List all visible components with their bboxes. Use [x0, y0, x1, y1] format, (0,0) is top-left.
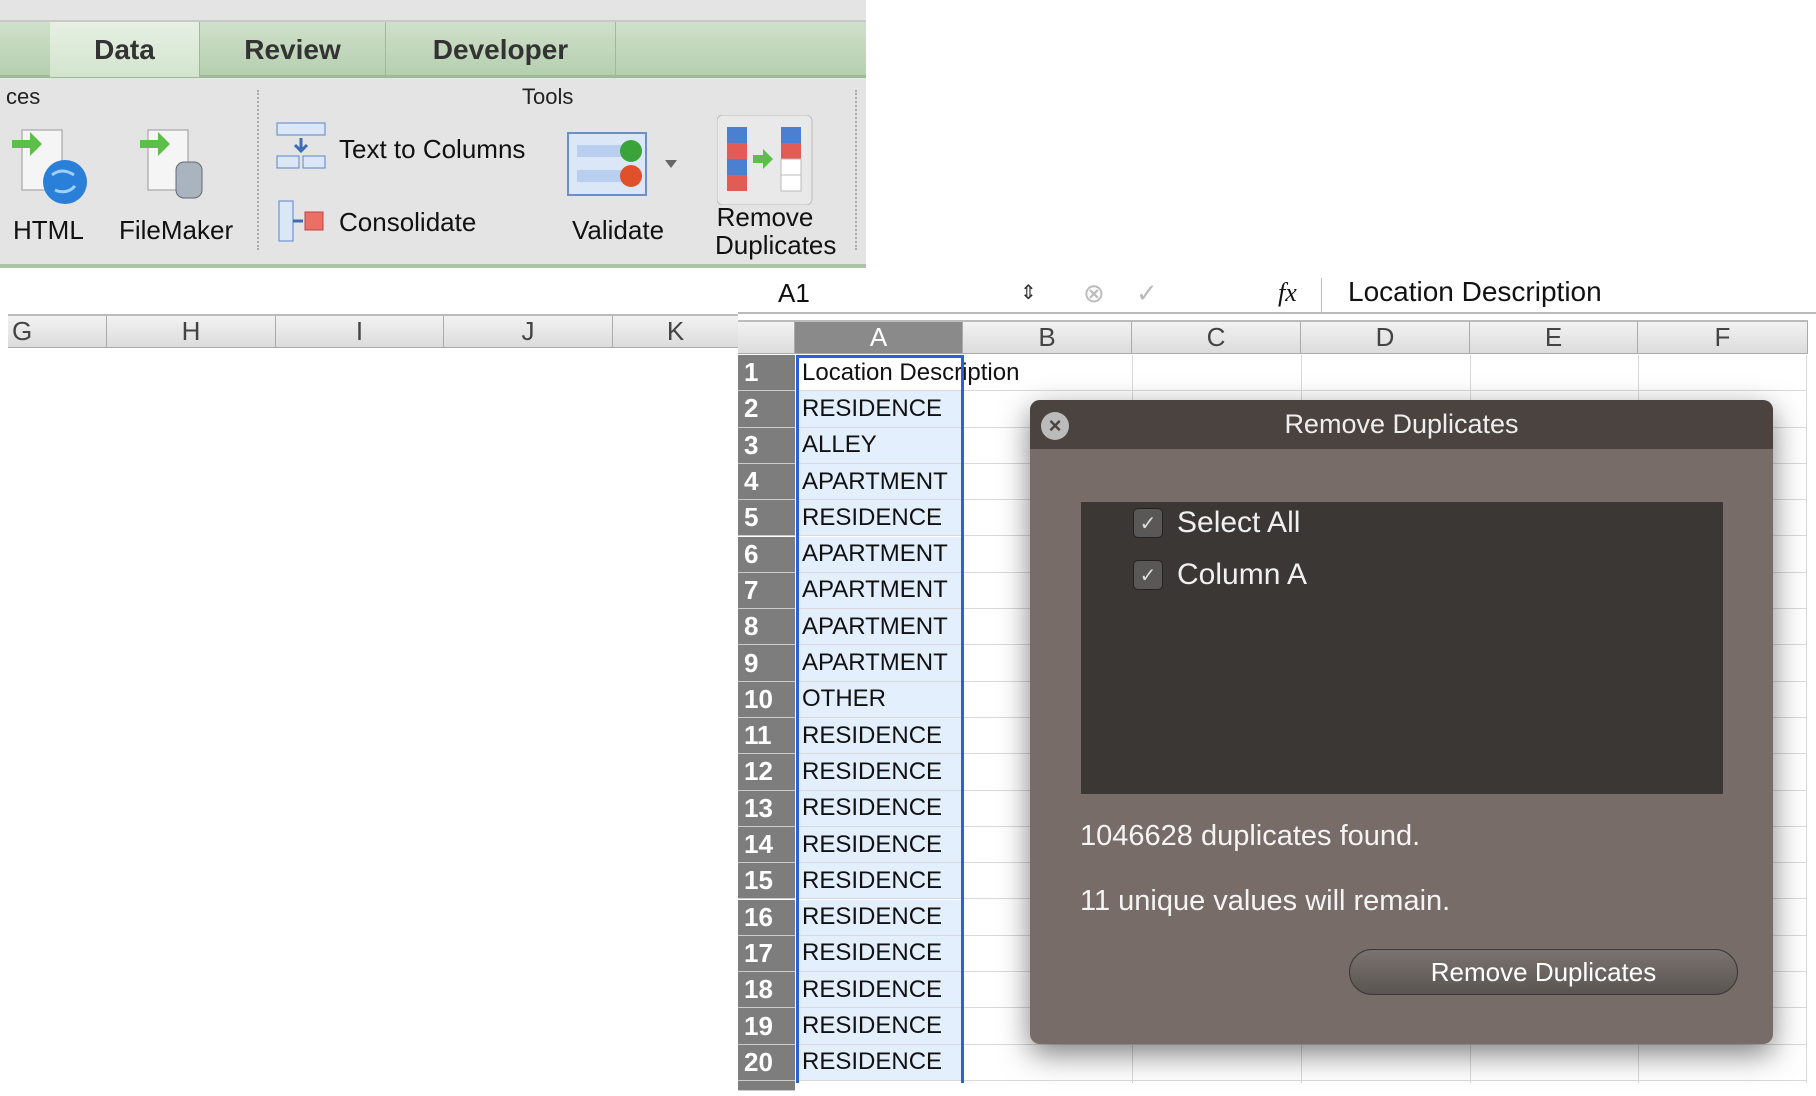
row-header[interactable]: 4 [738, 463, 795, 501]
filemaker-import-button[interactable]: FileMaker [118, 120, 248, 250]
tab-data[interactable]: Data [50, 22, 200, 77]
row-header[interactable]: 18 [738, 972, 795, 1009]
cancel-icon[interactable]: ⊗ [1083, 278, 1105, 309]
formula-bar: A1 ⇕ ⊗ ✓ fx Location Description [738, 276, 1816, 314]
row-header[interactable]: 17 [738, 935, 795, 973]
remove-duplicates-dialog: Remove Duplicates × ✓ Select All ✓ Column … [1030, 400, 1773, 1044]
text-to-columns-icon [276, 122, 326, 169]
column-header-g[interactable]: G [8, 316, 107, 347]
columns-list: ✓ Select All ✓ Column A [1081, 502, 1723, 794]
row-header[interactable]: 2 [738, 391, 795, 428]
text-to-columns-label: Text to Columns [339, 134, 526, 164]
select-all-label: Select All [1177, 506, 1301, 539]
column-a-checkbox[interactable]: ✓ Column A [1133, 558, 1307, 592]
name-box[interactable]: A1 [778, 278, 810, 309]
cell-a[interactable]: Location Description [796, 355, 1806, 392]
row-header[interactable]: 14 [738, 826, 795, 864]
column-header-i[interactable]: I [276, 316, 444, 347]
remove-duplicates-label-line2: Duplicates [715, 230, 837, 260]
row-header[interactable]: 9 [738, 645, 795, 682]
row-header[interactable]: 1 [738, 355, 795, 392]
html-label: HTML [13, 215, 84, 245]
remove-duplicates-button[interactable]: Remove Duplicates [1349, 949, 1738, 995]
tab-review[interactable]: Review [200, 22, 386, 77]
remove-duplicates-label-line1: Remove [716, 202, 814, 232]
unique-values-text: 11 unique values will remain. [1080, 885, 1451, 917]
duplicates-found-text: 1046628 duplicates found. [1080, 820, 1421, 852]
row-header[interactable]: 20 [738, 1044, 795, 1081]
column-header-j[interactable]: J [444, 316, 613, 347]
column-header-h[interactable]: H [107, 316, 276, 347]
row-header[interactable]: 19 [738, 1008, 795, 1045]
remove-duplicates-label: Remove Duplicates [715, 202, 836, 259]
row-header[interactable]: 10 [738, 681, 795, 718]
cell-a[interactable]: RESIDENCE [796, 1044, 1806, 1081]
select-all-checkbox[interactable]: ✓ Select All [1133, 506, 1300, 540]
column-header-f[interactable]: F [1638, 322, 1808, 353]
column-header-row: A B C D E F [738, 320, 1808, 354]
html-import-button[interactable]: HTML [10, 120, 90, 250]
consolidate-label: Consolidate [339, 207, 477, 237]
validate-button[interactable]: Validate [565, 130, 685, 250]
filemaker-label: FileMaker [119, 215, 234, 245]
row-header[interactable]: 3 [738, 427, 795, 464]
group-label-tools: Tools [522, 84, 574, 109]
name-box-stepper-icon[interactable]: ⇕ [1020, 280, 1037, 305]
gridline [1806, 355, 1807, 1083]
row-header[interactable]: 11 [738, 718, 795, 755]
formula-divider [1321, 278, 1322, 312]
remove-duplicates-ribbon-button[interactable]: Remove Duplicates [695, 114, 836, 260]
column-header-e[interactable]: E [1470, 322, 1638, 353]
column-header-d[interactable]: D [1301, 322, 1470, 353]
consolidate-icon [278, 200, 324, 242]
validate-label: Validate [572, 215, 665, 245]
consolidate-button[interactable]: Consolidate [275, 195, 515, 250]
row-header[interactable]: 7 [738, 572, 795, 610]
fx-insert-function-button[interactable]: fx [1278, 278, 1297, 308]
column-a-label: Column A [1177, 558, 1308, 591]
validate-icon [567, 132, 677, 196]
column-header-k[interactable]: K [613, 316, 738, 347]
group-separator [257, 90, 259, 250]
row-header[interactable]: 12 [738, 754, 795, 791]
checkbox-checked-icon[interactable]: ✓ [1133, 560, 1163, 590]
text-to-columns-button[interactable]: Text to Columns [275, 120, 550, 175]
column-header-b[interactable]: B [963, 322, 1132, 353]
row-header-partial[interactable] [738, 1081, 795, 1091]
ribbon-tab-bar: Data Review Developer [0, 20, 866, 78]
filemaker-database-icon [140, 129, 203, 199]
checkbox-checked-icon[interactable]: ✓ [1133, 508, 1163, 538]
left-column-header-row: G H I J K [8, 314, 738, 348]
dialog-title: Remove Duplicates [1030, 400, 1773, 449]
row-header[interactable]: 5 [738, 500, 795, 537]
html-globe-icon [12, 129, 87, 204]
formula-input[interactable]: Location Description [1348, 276, 1602, 308]
enter-check-icon[interactable]: ✓ [1136, 278, 1158, 309]
select-all-corner[interactable] [738, 322, 795, 353]
remove-duplicates-icon [716, 114, 813, 206]
column-header-c[interactable]: C [1132, 322, 1301, 353]
row-header[interactable]: 16 [738, 899, 795, 936]
close-icon[interactable]: × [1041, 412, 1069, 440]
row-header[interactable]: 15 [738, 863, 795, 900]
tab-developer[interactable]: Developer [386, 22, 616, 77]
row-header[interactable]: 8 [738, 609, 795, 646]
column-header-a[interactable]: A [795, 322, 963, 353]
group-label-sources: ces [6, 84, 41, 109]
row-header[interactable]: 6 [738, 536, 795, 573]
ribbon: Data Review Developer ces Tools HTML Fil… [0, 0, 866, 268]
row-header[interactable]: 13 [738, 790, 795, 827]
